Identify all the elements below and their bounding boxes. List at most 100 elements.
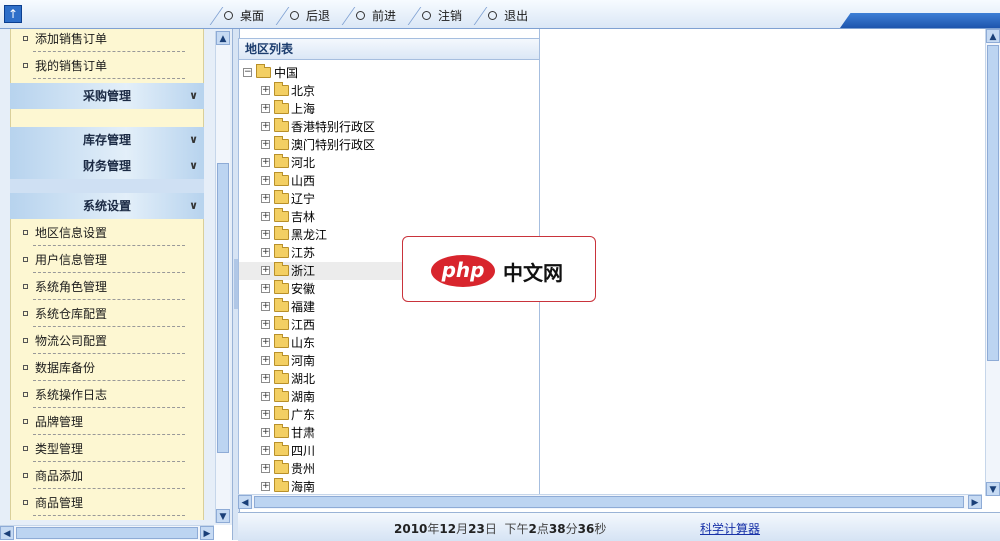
expand-icon[interactable]: + [261, 284, 270, 293]
sidebar-item-warehouse-config[interactable]: 系统仓库配置 [11, 304, 203, 331]
chevron-down-icon: ∨ [189, 89, 198, 102]
sidebar-item-add-sales-order[interactable]: 添加销售订单 [11, 29, 203, 56]
expand-icon[interactable]: + [261, 302, 270, 311]
expand-icon[interactable]: + [261, 266, 270, 275]
expand-icon[interactable]: + [261, 230, 270, 239]
scroll-up-icon[interactable]: ▲ [986, 29, 1000, 43]
tree-node[interactable]: + 湖南 [239, 388, 539, 406]
tree-node-root[interactable]: − 中国 [239, 64, 539, 82]
php-logo: php [431, 255, 495, 287]
sidebar-item-my-sales-orders[interactable]: 我的销售订单 [11, 56, 203, 83]
expand-icon[interactable]: + [261, 446, 270, 455]
sidebar-item-product-management[interactable]: 商品管理 [11, 493, 203, 520]
scroll-thumb[interactable] [16, 527, 198, 539]
nav-back-button[interactable]: 后退 [276, 6, 342, 26]
scientific-calculator-link[interactable]: 科学计算器 [700, 520, 760, 537]
expand-icon[interactable]: + [261, 86, 270, 95]
tree-node[interactable]: + 四川 [239, 442, 539, 460]
tree-node[interactable]: + 辽宁 [239, 190, 539, 208]
expand-icon[interactable]: + [261, 122, 270, 131]
scroll-down-icon[interactable]: ▼ [216, 509, 230, 523]
expand-icon[interactable]: + [261, 320, 270, 329]
scroll-thumb[interactable] [987, 45, 999, 361]
expand-icon[interactable]: + [261, 428, 270, 437]
expand-icon[interactable]: + [261, 158, 270, 167]
menu-header-system[interactable]: 系统设置 ∨ [10, 193, 204, 219]
expand-icon[interactable]: + [261, 482, 270, 491]
menu-header-purchase[interactable]: 采购管理 ∨ [10, 83, 204, 109]
scroll-up-icon[interactable]: ▲ [216, 31, 230, 45]
expand-icon[interactable]: + [261, 104, 270, 113]
expand-icon[interactable]: + [261, 410, 270, 419]
scroll-right-icon[interactable]: ▶ [200, 526, 214, 540]
tree-node[interactable]: + 上海 [239, 100, 539, 118]
sidebar-item-database-backup[interactable]: 数据库备份 [11, 358, 203, 385]
tree-node[interactable]: + 北京 [239, 82, 539, 100]
tree-node[interactable]: + 河北 [239, 154, 539, 172]
menu-header-inventory[interactable]: 库存管理 ∨ [10, 127, 204, 153]
expand-icon[interactable]: + [261, 248, 270, 257]
sidebar-item-logistics-config[interactable]: 物流公司配置 [11, 331, 203, 358]
sidebar-item-brand-management[interactable]: 品牌管理 [11, 412, 203, 439]
expand-icon[interactable]: + [261, 392, 270, 401]
expand-icon[interactable]: + [261, 374, 270, 383]
expand-icon[interactable]: + [261, 194, 270, 203]
header-decoration [840, 13, 1000, 28]
tree-node[interactable]: + 江西 [239, 316, 539, 334]
expand-icon[interactable]: + [261, 176, 270, 185]
expand-icon[interactable]: + [261, 140, 270, 149]
folder-icon [274, 406, 289, 420]
tree-node[interactable]: + 山西 [239, 172, 539, 190]
watermark-logo: php 中文网 [402, 236, 596, 302]
folder-icon [274, 208, 289, 222]
scroll-down-icon[interactable]: ▼ [986, 482, 1000, 496]
scroll-left-icon[interactable]: ◀ [0, 526, 14, 540]
sidebar-item-type-management[interactable]: 类型管理 [11, 439, 203, 466]
sidebar-item-region-settings[interactable]: 地区信息设置 [11, 223, 203, 250]
tree-node[interactable]: + 湖北 [239, 370, 539, 388]
sidebar-vertical-scrollbar[interactable]: ▲ ▼ [215, 31, 230, 523]
sidebar-item-role-management[interactable]: 系统角色管理 [11, 277, 203, 304]
content-horizontal-scrollbar[interactable]: ◀ ▶ [238, 494, 982, 509]
expand-icon[interactable]: + [261, 464, 270, 473]
nav-exit-button[interactable]: 退出 [474, 6, 540, 26]
app-up-arrow-icon[interactable]: ↑ [4, 5, 22, 23]
collapse-icon[interactable]: − [243, 68, 252, 77]
expand-icon[interactable]: + [261, 338, 270, 347]
tree-node[interactable]: + 香港特别行政区 [239, 118, 539, 136]
folder-icon [274, 280, 289, 294]
scroll-thumb[interactable] [254, 496, 964, 508]
folder-icon [274, 82, 289, 96]
watermark-text: 中文网 [503, 261, 563, 285]
nav-forward-button[interactable]: 前进 [342, 6, 408, 26]
folder-icon [274, 334, 289, 348]
expand-icon[interactable]: + [261, 356, 270, 365]
chevron-down-icon: ∨ [189, 199, 198, 212]
sidebar-item-product-add[interactable]: 商品添加 [11, 466, 203, 493]
nav-logout-button[interactable]: 注销 [408, 6, 474, 26]
tree-node[interactable]: + 贵州 [239, 460, 539, 478]
sidebar-item-user-management[interactable]: 用户信息管理 [11, 250, 203, 277]
content-vertical-scrollbar[interactable]: ▲ ▼ [985, 29, 1000, 496]
expand-icon[interactable]: + [261, 212, 270, 221]
nav-desktop-button[interactable]: 桌面 [210, 6, 276, 26]
scroll-left-icon[interactable]: ◀ [238, 495, 252, 509]
sidebar-item-operation-log[interactable]: 系统操作日志 [11, 385, 203, 412]
sidebar: 添加销售订单 我的销售订单 采购管理 ∨ 库存管理 ∨ 财务管理 ∨ 系统设置 ∨ 地区… [0, 29, 232, 525]
sidebar-horizontal-scrollbar[interactable]: ◀ ▶ [0, 525, 214, 540]
tree-node[interactable]: + 广东 [239, 406, 539, 424]
circle-icon [290, 11, 300, 20]
sidebar-menu: 添加销售订单 我的销售订单 采购管理 ∨ 库存管理 ∨ 财务管理 ∨ 系统设置 ∨ 地区… [10, 29, 204, 525]
tree-node[interactable]: + 甘肃 [239, 424, 539, 442]
scroll-thumb[interactable] [217, 163, 229, 453]
circle-icon [422, 11, 432, 20]
tree-node[interactable]: + 山东 [239, 334, 539, 352]
menu-header-finance[interactable]: 财务管理 ∨ [10, 153, 204, 179]
tree-node[interactable]: + 河南 [239, 352, 539, 370]
folder-icon [274, 388, 289, 402]
tree-node[interactable]: + 澳门特别行政区 [239, 136, 539, 154]
scroll-right-icon[interactable]: ▶ [968, 495, 982, 509]
folder-icon [274, 316, 289, 330]
folder-icon [274, 118, 289, 132]
tree-node[interactable]: + 吉林 [239, 208, 539, 226]
